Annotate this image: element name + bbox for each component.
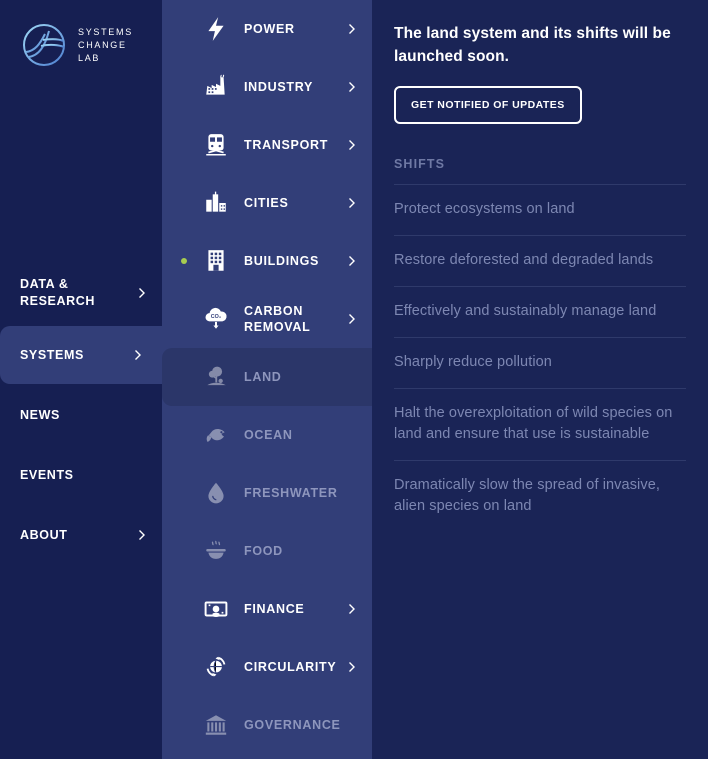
list-item[interactable]: Restore deforested and degraded lands bbox=[394, 235, 686, 286]
tree-land-icon bbox=[202, 363, 230, 391]
sidebar-item-label: EVENTS bbox=[20, 467, 74, 482]
menu-item-label: FINANCE bbox=[244, 602, 305, 616]
app-root: SYSTEMS CHANGE LAB DATA & RESEARCH SYSTE… bbox=[0, 0, 708, 759]
office-building-icon bbox=[202, 247, 230, 275]
sidebar-item-about[interactable]: ABOUT bbox=[0, 506, 162, 564]
list-item[interactable]: Protect ecosystems on land bbox=[394, 184, 686, 235]
globe-recycle-icon bbox=[202, 653, 230, 681]
list-item[interactable]: Effectively and sustainably manage land bbox=[394, 286, 686, 337]
factory-icon bbox=[202, 73, 230, 101]
detail-panel: The land system and its shifts will be l… bbox=[372, 0, 708, 759]
sidebar-item-data-research[interactable]: DATA & RESEARCH bbox=[0, 262, 162, 324]
banknotes-icon bbox=[202, 595, 230, 623]
lightning-bolt-icon bbox=[202, 15, 230, 43]
menu-item-transport[interactable]: TRANSPORT bbox=[162, 116, 372, 174]
brand-logo[interactable]: SYSTEMS CHANGE LAB bbox=[0, 0, 162, 68]
menu-item-finance[interactable]: FINANCE bbox=[162, 580, 372, 638]
water-droplet-icon bbox=[202, 479, 230, 507]
menu-item-ocean[interactable]: OCEAN bbox=[162, 406, 372, 464]
menu-item-power[interactable]: POWER bbox=[162, 0, 372, 58]
menu-item-label: OCEAN bbox=[244, 428, 293, 442]
food-bowl-icon bbox=[202, 537, 230, 565]
co2-cloud-icon: CO₂ bbox=[202, 305, 230, 333]
list-item[interactable]: Dramatically slow the spread of invasive… bbox=[394, 460, 686, 532]
sidebar-item-label: NEWS bbox=[20, 407, 60, 422]
chevron-right-icon bbox=[346, 603, 358, 615]
sidebar-item-label: DATA & RESEARCH bbox=[20, 277, 95, 308]
fish-icon bbox=[202, 421, 230, 449]
city-skyline-icon bbox=[202, 189, 230, 217]
list-item[interactable]: Sharply reduce pollution bbox=[394, 337, 686, 388]
menu-item-governance[interactable]: GOVERNANCE bbox=[162, 696, 372, 754]
systems-menu: POWER INDUSTRY TRANSPORT CITIES BUILDING… bbox=[162, 0, 372, 759]
get-notified-button[interactable]: GET NOTIFIED OF UPDATES bbox=[394, 86, 582, 124]
svg-text:CO₂: CO₂ bbox=[211, 314, 222, 320]
menu-item-label: GOVERNANCE bbox=[244, 718, 341, 732]
menu-item-label: POWER bbox=[244, 22, 295, 36]
chevron-right-icon bbox=[136, 287, 148, 299]
shifts-list: Protect ecosystems on land Restore defor… bbox=[394, 184, 686, 532]
menu-item-label: FOOD bbox=[244, 544, 283, 558]
chevron-right-icon bbox=[346, 313, 358, 325]
chevron-right-icon bbox=[346, 661, 358, 673]
chevron-right-icon bbox=[132, 349, 144, 361]
train-icon bbox=[202, 131, 230, 159]
sidebar-item-label: ABOUT bbox=[20, 527, 68, 542]
chevron-right-icon bbox=[346, 23, 358, 35]
menu-item-freshwater[interactable]: FRESHWATER bbox=[162, 464, 372, 522]
status-dot bbox=[181, 258, 187, 264]
institution-icon bbox=[202, 711, 230, 739]
menu-item-buildings[interactable]: BUILDINGS bbox=[162, 232, 372, 290]
list-item[interactable]: Halt the overexploitation of wild specie… bbox=[394, 388, 686, 460]
shifts-heading: SHIFTS bbox=[394, 157, 446, 171]
left-sidebar: SYSTEMS CHANGE LAB DATA & RESEARCH SYSTE… bbox=[0, 0, 170, 759]
menu-item-circularity[interactable]: CIRCULARITY bbox=[162, 638, 372, 696]
menu-item-label: INDUSTRY bbox=[244, 80, 314, 94]
chevron-right-icon bbox=[136, 529, 148, 541]
sidebar-item-events[interactable]: EVENTS bbox=[0, 446, 162, 504]
menu-item-industry[interactable]: INDUSTRY bbox=[162, 58, 372, 116]
menu-item-land[interactable]: LAND bbox=[162, 348, 372, 406]
systems-change-lab-logo-icon bbox=[21, 22, 67, 68]
sidebar-item-news[interactable]: NEWS bbox=[0, 386, 162, 444]
chevron-right-icon bbox=[346, 255, 358, 267]
panel-title: The land system and its shifts will be l… bbox=[394, 25, 671, 65]
chevron-right-icon bbox=[346, 197, 358, 209]
chevron-right-icon bbox=[346, 81, 358, 93]
brand-name: SYSTEMS CHANGE LAB bbox=[78, 26, 133, 63]
sidebar-item-systems[interactable]: SYSTEMS bbox=[0, 326, 170, 384]
menu-item-label: TRANSPORT bbox=[244, 138, 329, 152]
menu-item-label: LAND bbox=[244, 370, 282, 384]
menu-item-carbon-removal[interactable]: CO₂ CARBON REMOVAL bbox=[162, 290, 372, 348]
menu-item-label: CIRCULARITY bbox=[244, 660, 337, 674]
menu-item-label: CITIES bbox=[244, 196, 289, 210]
chevron-right-icon bbox=[346, 139, 358, 151]
menu-item-label: BUILDINGS bbox=[244, 254, 320, 268]
sidebar-item-label: SYSTEMS bbox=[20, 347, 84, 362]
menu-item-food[interactable]: FOOD bbox=[162, 522, 372, 580]
menu-item-label: FRESHWATER bbox=[244, 486, 338, 500]
menu-item-cities[interactable]: CITIES bbox=[162, 174, 372, 232]
sidebar-nav: DATA & RESEARCH SYSTEMS NEWS EVENTS ABOU… bbox=[0, 262, 170, 566]
menu-item-label: CARBON REMOVAL bbox=[244, 304, 311, 334]
